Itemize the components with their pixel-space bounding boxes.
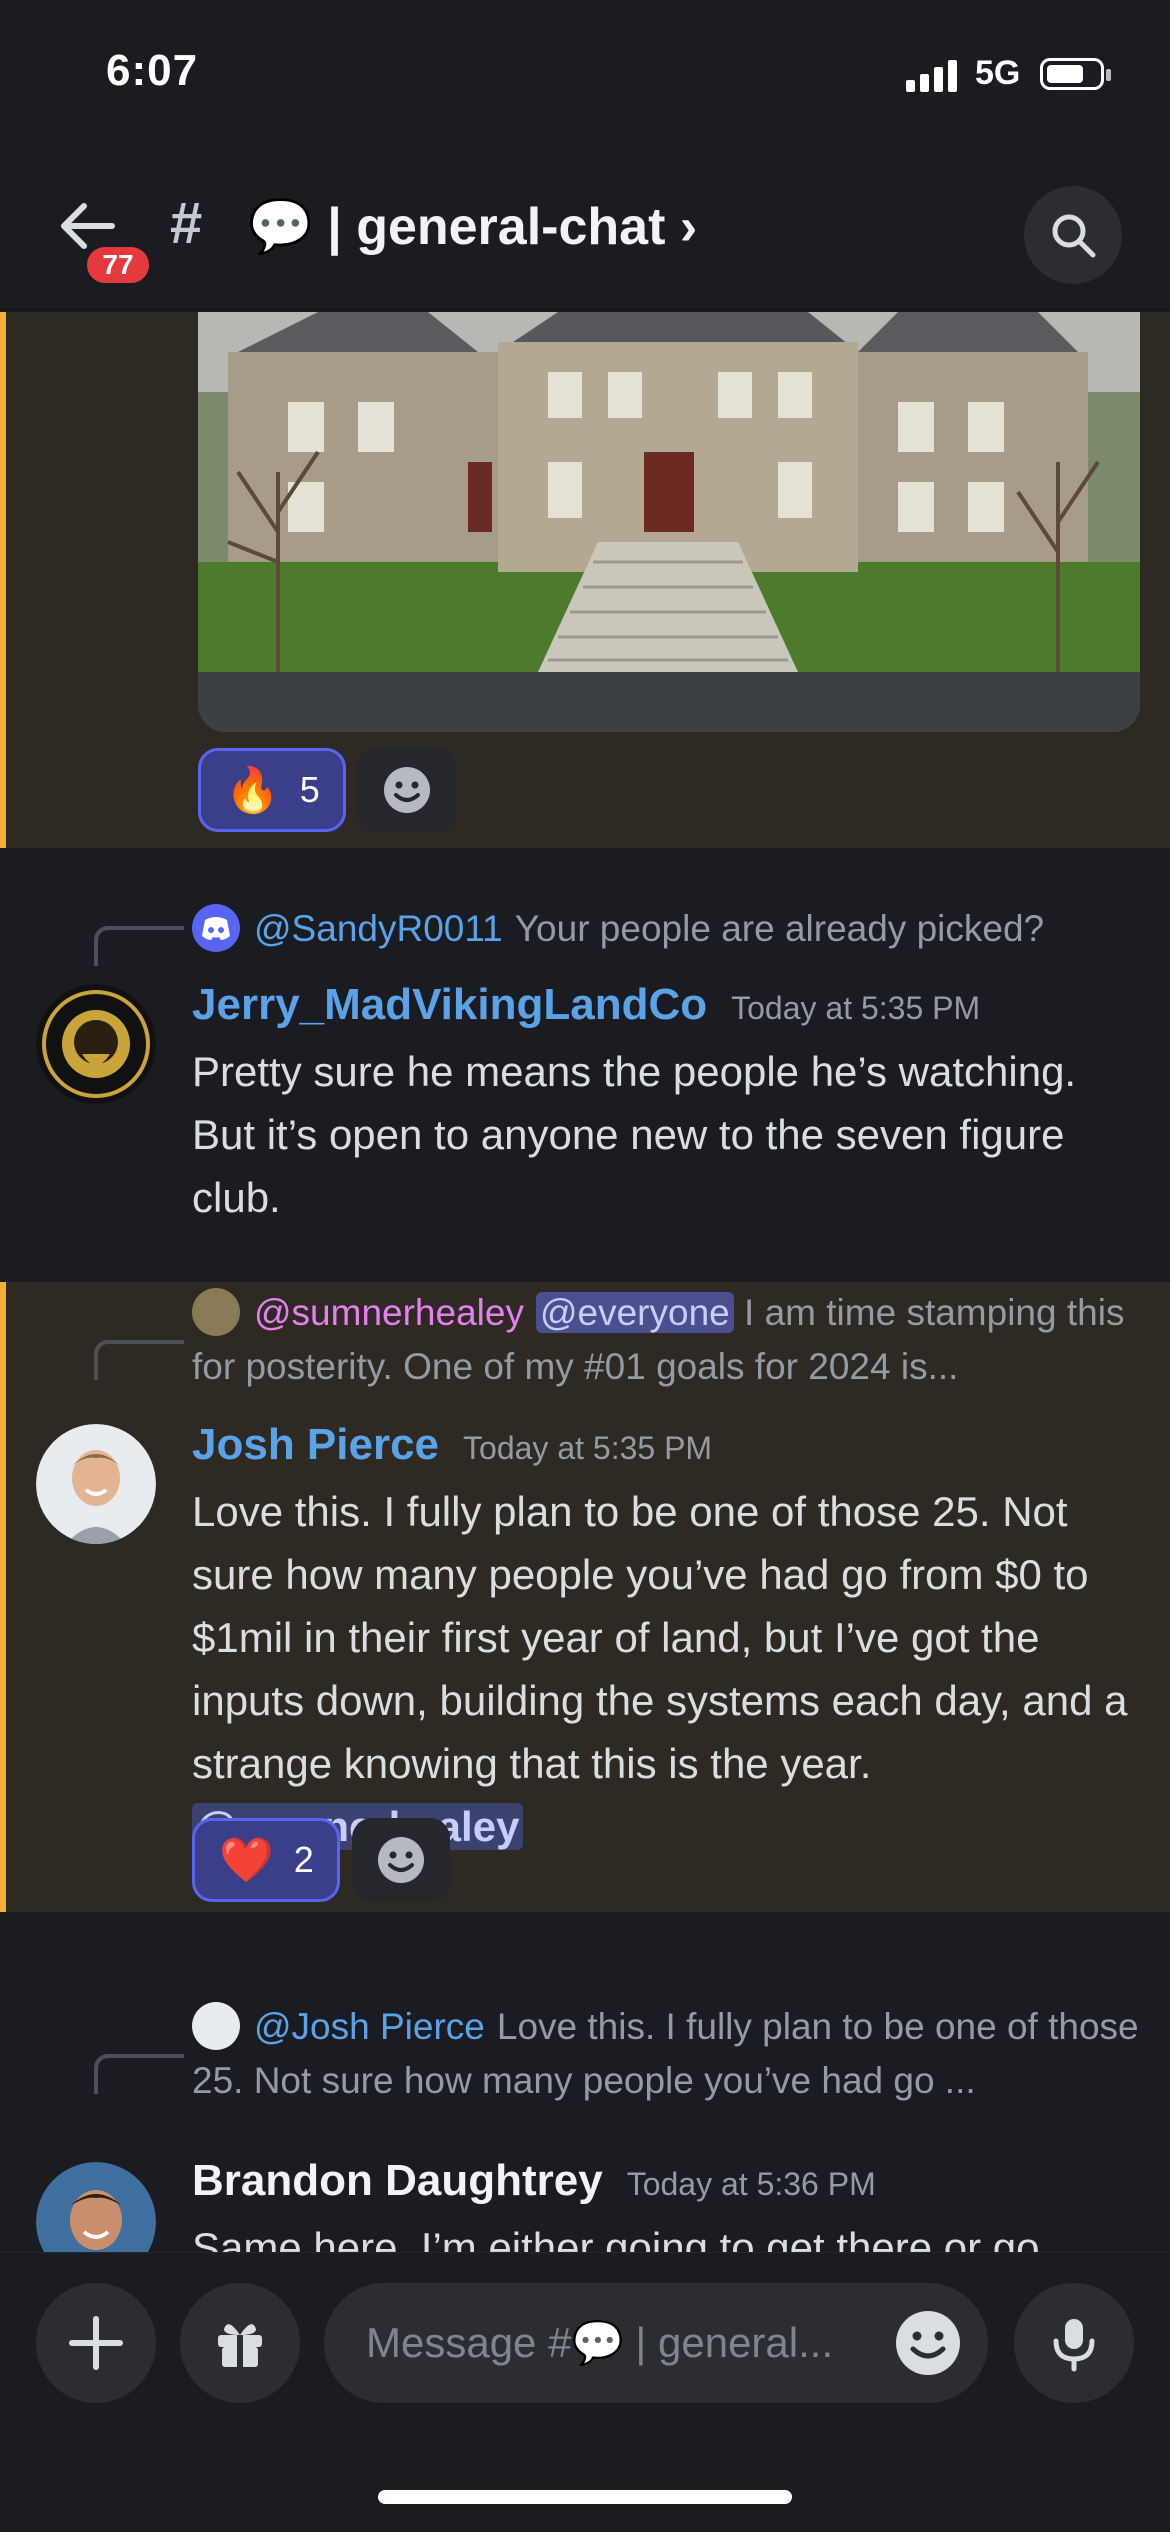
add-reaction-button[interactable] [358,748,456,832]
avatar[interactable] [36,984,156,1104]
message-body: Love this. I fully plan to be one of tho… [192,1488,1128,1787]
timestamp: Today at 5:35 PM [463,1430,713,1466]
reply-connector [94,1340,184,1380]
discord-logo-icon [192,904,240,953]
channel-title[interactable]: 💬 | general-chat › [248,196,697,257]
status-bar: 6:07 5G [0,0,1170,150]
search-button[interactable] [1024,186,1122,284]
reply-author: @sumnerhealey [254,1292,524,1333]
timestamp: Today at 5:35 PM [731,990,981,1026]
reply-author: @SandyR0011 [254,908,503,949]
reaction-fire[interactable]: 🔥 5 [198,748,346,832]
add-reaction-icon [378,1837,424,1883]
reply-connector [94,926,184,966]
status-time: 6:07 [106,46,199,95]
reaction-count: 2 [293,1839,314,1880]
voice-message-button[interactable] [1014,2283,1134,2403]
channel-header: 77 # 💬 | general-chat › [0,150,1170,310]
reply-context[interactable]: @sumnerhealey @everyone I am time stampin… [192,1286,1142,1394]
message-input[interactable]: Message #💬 | general... [324,2283,988,2403]
thread-icon: # [170,191,203,256]
reply-avatar [192,2002,240,2051]
author-name[interactable]: Brandon Daughtrey Today at 5:36 PM [192,2156,876,2206]
author-name[interactable]: Josh Pierce Today at 5:35 PM [192,1420,712,1470]
reply-context[interactable]: @Josh Pierce Love this. I fully plan to b… [192,2000,1142,2108]
plus-icon [69,2316,123,2370]
avatar[interactable] [36,2162,156,2252]
message-placeholder: Message #💬 | general... [366,2319,834,2366]
unread-badge: 77 [82,242,154,288]
message-text: Love this. I fully plan to be one of tho… [192,1480,1142,1858]
reaction-emoji: ❤️ [219,1836,274,1885]
reaction-heart[interactable]: ❤️ 2 [192,1818,340,1902]
author-label: Brandon Daughtrey [192,2156,603,2205]
add-reaction-icon [384,767,430,813]
reply-context[interactable]: @SandyR0011 Your people are already picke… [192,902,1142,956]
author-label: Josh Pierce [192,1420,440,1469]
gift-icon [218,2324,262,2367]
search-icon [1052,214,1096,258]
message-highlighted: 🔥 5 [0,312,1170,848]
author-name[interactable]: Jerry_MadVikingLandCo Today at 5:35 PM [192,980,980,1030]
gift-button[interactable] [180,2283,300,2403]
message-text: Same here. I’m either going to get there… [192,2224,1040,2252]
home-indicator[interactable] [378,2490,792,2504]
reply-author: @Josh Pierce [254,2006,485,2047]
reply-snippet: Your people are already picked? [514,908,1045,949]
reply-connector [94,2054,184,2094]
microphone-icon [1053,2319,1095,2372]
reaction-emoji: 🔥 [225,766,280,815]
attachment-image[interactable] [198,312,1140,732]
battery-icon [1040,58,1111,90]
reply-avatar [192,1288,240,1337]
signal-icon [906,58,958,92]
add-reaction-button[interactable] [352,1818,450,1902]
timestamp: Today at 5:36 PM [626,2166,876,2202]
everyone-mention: @everyone [535,1292,734,1333]
message-highlighted: @sumnerhealey @everyone I am time stampin… [0,1282,1170,1912]
reaction-count: 5 [299,769,320,810]
avatar[interactable] [36,1424,156,1544]
emoji-icon[interactable] [894,2309,962,2377]
attach-button[interactable] [36,2283,156,2403]
message-list[interactable]: 🔥 5 @SandyR0011 Your people are already p… [0,312,1170,2252]
author-label: Jerry_MadVikingLandCo [192,980,708,1029]
network-label: 5G [975,54,1021,92]
message-text: Pretty sure he means the people he’s wat… [192,1048,1077,1221]
